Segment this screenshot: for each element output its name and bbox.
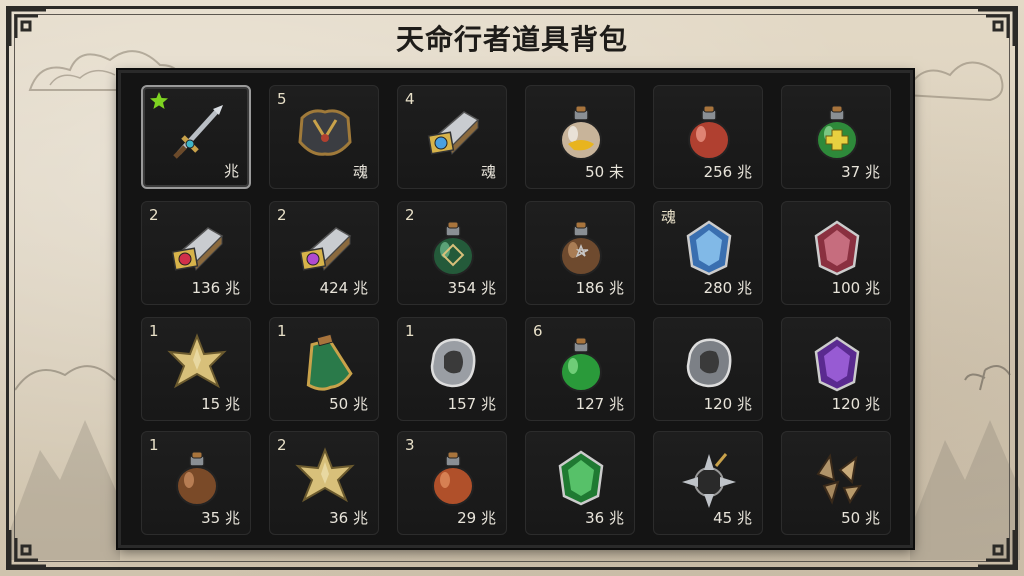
red-potion-icon <box>676 98 742 164</box>
slot-quantity: 280 兆 <box>703 279 752 297</box>
green-crystal-icon <box>548 444 614 510</box>
inventory-slot[interactable]: 2 424 兆 <box>269 201 379 305</box>
inventory-slot[interactable]: 1 157 兆 <box>397 317 507 421</box>
inventory-slot[interactable]: 256 兆 <box>653 85 763 189</box>
inventory-slot[interactable]: 50 兆 <box>781 431 891 535</box>
inventory-slot[interactable]: 120 兆 <box>781 317 891 421</box>
slot-quantity: 120 兆 <box>831 395 880 413</box>
inventory-slot[interactable]: 1 50 兆 <box>269 317 379 421</box>
armor-icon <box>292 98 358 164</box>
slot-level-badge: 6 <box>533 322 543 340</box>
slot-level-badge: 2 <box>405 206 415 224</box>
inventory-slot[interactable]: 120 兆 <box>653 317 763 421</box>
slot-quantity: 50 兆 <box>329 395 368 413</box>
inventory-slot[interactable]: 魂 280 兆 <box>653 201 763 305</box>
slot-level-badge: 1 <box>149 436 159 454</box>
slot-level-badge: 2 <box>277 206 287 224</box>
game-background: 天命行者道具背包 兆5 魂4 魂 50 未 256 兆 37 兆2 136 兆2… <box>0 0 1024 576</box>
inventory-slot[interactable]: 100 兆 <box>781 201 891 305</box>
corner-ornament <box>8 530 46 568</box>
slot-quantity: 157 兆 <box>447 395 496 413</box>
slot-quantity: 36 兆 <box>585 509 624 527</box>
slot-quantity: 36 兆 <box>329 509 368 527</box>
brown-rune-potion-icon <box>548 214 614 280</box>
inventory-title: 天命行者道具背包 <box>395 23 628 56</box>
green-flask-icon <box>292 330 358 396</box>
slot-level-badge: 魂 <box>661 208 677 226</box>
blue-gem-ingot-icon <box>420 98 486 164</box>
slot-level-badge: 1 <box>149 322 159 340</box>
slot-quantity: 45 兆 <box>713 509 752 527</box>
corner-ornament <box>978 530 1016 568</box>
inventory-slot[interactable]: 5 魂 <box>269 85 379 189</box>
slot-quantity: 136 兆 <box>191 279 240 297</box>
red-crystal-icon <box>804 214 870 280</box>
slot-quantity: 354 兆 <box>447 279 496 297</box>
inventory-slot[interactable]: 3 29 兆 <box>397 431 507 535</box>
slot-quantity: 50 未 <box>585 163 624 181</box>
blue-crystal-icon <box>676 214 742 280</box>
green-cross-potion-icon <box>804 98 870 164</box>
inventory-slot[interactable]: 45 兆 <box>653 431 763 535</box>
slot-level-badge: 3 <box>405 436 415 454</box>
slot-quantity: 魂 <box>480 163 496 181</box>
inventory-panel: 兆5 魂4 魂 50 未 256 兆 37 兆2 136 兆2 424 兆2 3… <box>118 70 913 548</box>
inventory-slot[interactable]: 2 136 兆 <box>141 201 251 305</box>
slot-quantity: 35 兆 <box>201 509 240 527</box>
shards-icon <box>804 444 870 510</box>
inventory-slot[interactable]: 37 兆 <box>781 85 891 189</box>
inventory-slot[interactable]: 186 兆 <box>525 201 635 305</box>
inventory-slot[interactable]: 2 354 兆 <box>397 201 507 305</box>
inventory-slot[interactable]: 1 35 兆 <box>141 431 251 535</box>
silver-ore-icon <box>420 330 486 396</box>
slot-quantity: 127 兆 <box>575 395 624 413</box>
slot-quantity: 15 兆 <box>201 395 240 413</box>
brown-potion-icon <box>164 444 230 510</box>
inventory-slot[interactable]: 2 36 兆 <box>269 431 379 535</box>
purple-gem-ingot-icon <box>292 214 358 280</box>
inventory-slot[interactable]: 4 魂 <box>397 85 507 189</box>
slot-level-badge: 1 <box>405 322 415 340</box>
slot-quantity: 186 兆 <box>575 279 624 297</box>
slot-quantity: 256 兆 <box>703 163 752 181</box>
inventory-slot[interactable]: 36 兆 <box>525 431 635 535</box>
slot-quantity: 120 兆 <box>703 395 752 413</box>
inventory-slot[interactable]: 50 未 <box>525 85 635 189</box>
red-gem-ingot-icon <box>164 214 230 280</box>
slot-quantity: 37 兆 <box>841 163 880 181</box>
slot-level-badge: 2 <box>277 436 287 454</box>
slot-quantity: 29 兆 <box>457 509 496 527</box>
green-potion-icon <box>548 330 614 396</box>
slot-quantity: 兆 <box>223 162 239 180</box>
slot-quantity: 50 兆 <box>841 509 880 527</box>
inventory-slot[interactable]: 6 127 兆 <box>525 317 635 421</box>
inventory-slot[interactable]: 1 15 兆 <box>141 317 251 421</box>
grey-ore-icon <box>676 330 742 396</box>
slot-quantity: 424 兆 <box>319 279 368 297</box>
slot-level-badge: 4 <box>405 90 415 108</box>
gold-star-icon <box>164 330 230 396</box>
purple-crystal-icon <box>804 330 870 396</box>
dagger-icon <box>165 99 231 165</box>
slot-level-badge: 5 <box>277 90 287 108</box>
spiked-bomb-icon <box>676 444 742 510</box>
slot-quantity: 魂 <box>352 163 368 181</box>
slot-level-badge: 1 <box>277 322 287 340</box>
gold-potion-icon <box>548 98 614 164</box>
gold-star-icon <box>292 444 358 510</box>
inventory-slot[interactable]: 兆 <box>141 85 251 189</box>
slot-level-badge: 2 <box>149 206 159 224</box>
green-rune-potion-icon <box>420 214 486 280</box>
orange-potion-icon <box>420 444 486 510</box>
slot-quantity: 100 兆 <box>831 279 880 297</box>
